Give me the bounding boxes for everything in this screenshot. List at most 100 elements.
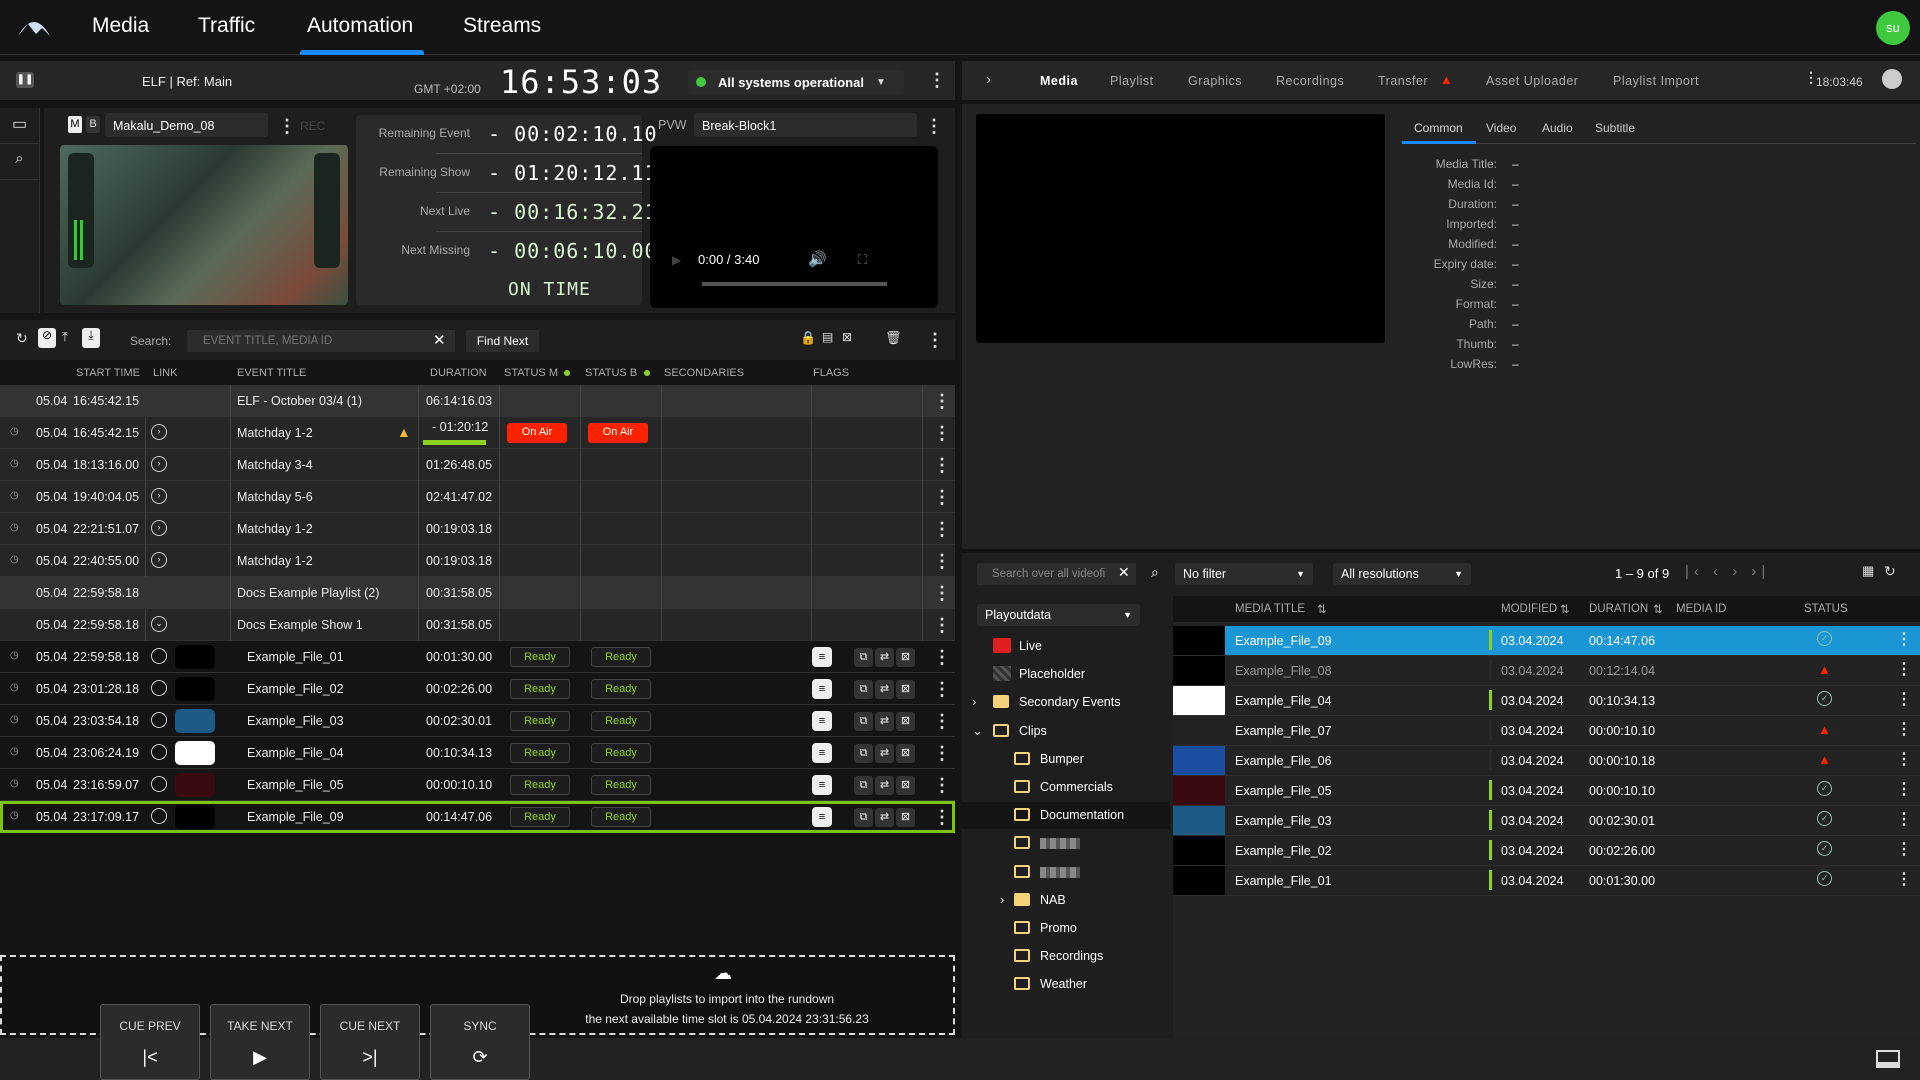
col-event-title[interactable]: EVENT TITLE (237, 367, 306, 379)
tree-item[interactable]: Recordings (962, 943, 1170, 970)
row-menu-icon[interactable]: ⋮ (933, 712, 951, 730)
flag-icon[interactable]: ⇄ (875, 712, 894, 731)
tree-item[interactable]: Promo (962, 915, 1170, 942)
tab-recordings[interactable]: Recordings (1276, 74, 1344, 88)
monitor-icon[interactable]: ▭ (0, 108, 39, 144)
row-menu-icon[interactable]: ⋮ (933, 776, 951, 794)
table-row[interactable]: ◷ 05.04 23:16:59.07 Example_File_05 00:00:10… (0, 769, 955, 801)
flag-icon[interactable]: ⊠ (896, 776, 915, 795)
tab-media[interactable]: Media (1040, 74, 1078, 88)
table-row[interactable]: 05.04 16:45:42.15 ELF - October 03/4 (1) 06… (0, 385, 955, 417)
scroll-top-icon[interactable]: ⤒ (62, 329, 68, 345)
media-row[interactable]: Example_File_01 03.04.2024 00:01:30.00 ✓ ⋮ (1173, 866, 1920, 896)
user-icon[interactable] (1882, 69, 1902, 89)
pagination-icons[interactable]: |‹ ‹ › ›| (1685, 563, 1770, 580)
take-next-button[interactable]: TAKE NEXT ▶ (210, 1004, 310, 1080)
link-icon[interactable] (151, 648, 167, 664)
link-icon[interactable] (151, 808, 167, 824)
expand-chevron-icon[interactable]: › (972, 694, 976, 709)
refresh-library-icon[interactable]: ↻ (1884, 563, 1896, 580)
library-search-input[interactable]: Search over all videofi (977, 563, 1136, 585)
expand-chevron-icon[interactable]: ⌄ (972, 723, 983, 739)
link-icon[interactable] (151, 776, 167, 792)
nav-traffic[interactable]: Traffic (198, 14, 255, 38)
link-icon[interactable]: › (151, 520, 167, 536)
media-row-menu-icon[interactable]: ⋮ (1896, 842, 1912, 858)
media-row[interactable]: Example_File_02 03.04.2024 00:02:26.00 ✓ ⋮ (1173, 836, 1920, 866)
more-icon[interactable]: ⋮ (928, 71, 946, 89)
flag-icon[interactable]: ⧉ (854, 744, 873, 763)
table-row[interactable]: ◷ 05.04 23:01:28.18 Example_File_02 00:02:26… (0, 673, 955, 705)
player-more-icon[interactable]: ⋮ (278, 117, 296, 135)
flag-icon[interactable]: ⊠ (896, 648, 915, 667)
sort-icon[interactable]: ⇅ (1317, 602, 1327, 616)
media-row-menu-icon[interactable]: ⋮ (1896, 872, 1912, 888)
tree-item[interactable]: Placeholder (962, 661, 1170, 688)
row-menu-icon[interactable]: ⋮ (933, 808, 951, 826)
filter-dropdown[interactable]: No filter ▼ (1175, 563, 1313, 585)
media-row-menu-icon[interactable]: ⋮ (1896, 692, 1912, 708)
hide-secondaries-icon[interactable]: ⊠ (842, 330, 852, 344)
table-row[interactable]: ◷ 05.04 22:59:58.18 Example_File_01 00:01:30… (0, 641, 955, 673)
clear-search-icon[interactable]: ✕ (433, 331, 446, 349)
flag-icon[interactable]: ⊠ (896, 680, 915, 699)
media-row[interactable]: Example_File_05 03.04.2024 00:00:10.10 ✓ ⋮ (1173, 776, 1920, 806)
tree-item[interactable]: Documentation (962, 802, 1170, 830)
cue-next-button[interactable]: CUE NEXT >| (320, 1004, 420, 1080)
detail-tab-audio[interactable]: Audio (1542, 121, 1573, 135)
preview-more-icon[interactable]: ⋮ (925, 117, 943, 135)
link-icon[interactable]: › (151, 456, 167, 472)
flag-icon[interactable]: ⇄ (875, 776, 894, 795)
media-row[interactable]: Example_File_08 03.04.2024 00:12:14.04 ▲ ⋮ (1173, 656, 1920, 686)
table-row[interactable]: ◷ 05.04 16:45:42.15 › Matchday 1-2 - 01:20:12… (0, 417, 955, 449)
library-search-icon[interactable]: ⌕ (1151, 564, 1159, 581)
link-icon[interactable] (151, 712, 167, 728)
delete-icon[interactable]: 🗑 (885, 330, 902, 346)
row-menu-icon[interactable]: ⋮ (933, 392, 951, 410)
row-menu-icon[interactable]: ⋮ (933, 744, 951, 762)
subtitle-flag-icon[interactable]: ≡ (812, 647, 832, 667)
flag-icon[interactable]: ⊠ (896, 808, 915, 827)
flag-icon[interactable]: ⊠ (896, 744, 915, 763)
event-search-input[interactable] (187, 330, 455, 352)
cue-prev-button[interactable]: CUE PREV |< (100, 1004, 200, 1080)
subtitle-flag-icon[interactable]: ≡ (812, 807, 832, 827)
row-menu-icon[interactable]: ⋮ (933, 648, 951, 666)
col-duration[interactable]: DURATION (430, 367, 487, 379)
nav-streams[interactable]: Streams (463, 14, 541, 38)
tree-item[interactable] (962, 830, 1170, 857)
tree-item[interactable]: › Secondary Events (962, 689, 1170, 716)
resolution-dropdown[interactable]: All resolutions ▼ (1333, 563, 1471, 585)
row-menu-icon[interactable]: ⋮ (933, 424, 951, 442)
media-row[interactable]: Example_File_06 03.04.2024 00:00:10.18 ▲ ⋮ (1173, 746, 1920, 776)
seek-bar[interactable] (702, 282, 887, 286)
fullscreen-icon[interactable]: ⛶ (858, 252, 867, 268)
grid-view-icon[interactable]: ▦ (1862, 563, 1874, 579)
subtitle-flag-icon[interactable]: ≡ (812, 743, 832, 763)
storage-dropdown[interactable]: Playoutdata ▼ (977, 604, 1140, 626)
table-row[interactable]: ◷ 05.04 22:21:51.07 › Matchday 1-2 00:19:03.1… (0, 513, 955, 545)
media-row-menu-icon[interactable]: ⋮ (1896, 662, 1912, 678)
tree-item[interactable] (962, 859, 1170, 886)
scroll-bottom-icon[interactable]: ⤓ (82, 328, 100, 348)
tab-playlist-import[interactable]: Playlist Import (1613, 74, 1699, 88)
tab-transfer[interactable]: Transfer (1378, 74, 1428, 88)
media-row-menu-icon[interactable]: ⋮ (1896, 812, 1912, 828)
collapse-chevron-icon[interactable]: › (986, 71, 991, 88)
col-media-id[interactable]: MEDIA ID (1676, 603, 1726, 615)
table-row[interactable]: ◷ 05.04 18:13:16.00 › Matchday 3-4 01:26:48.0… (0, 449, 955, 481)
play-icon[interactable]: ▶ (672, 253, 681, 267)
sync-button[interactable]: SYNC ⟳ (430, 1004, 530, 1080)
badge-b[interactable]: B (86, 116, 100, 133)
expand-chevron-icon[interactable]: › (1000, 892, 1004, 907)
panel-toggle-icon[interactable] (1876, 1050, 1900, 1068)
table-row[interactable]: ◷ 05.04 22:40:55.00 › Matchday 1-2 00:19:03.1… (0, 545, 955, 577)
tree-item[interactable]: › NAB (962, 887, 1170, 914)
volume-icon[interactable]: 🔊 (808, 250, 827, 268)
table-row[interactable]: ◷ 05.04 23:17:09.17 Example_File_09 00:14:47… (0, 801, 955, 833)
flag-icon[interactable]: ⧉ (854, 776, 873, 795)
link-icon[interactable]: › (151, 424, 167, 440)
link-icon[interactable]: › (151, 552, 167, 568)
link-icon[interactable] (151, 680, 167, 696)
user-avatar[interactable]: su (1876, 11, 1910, 45)
